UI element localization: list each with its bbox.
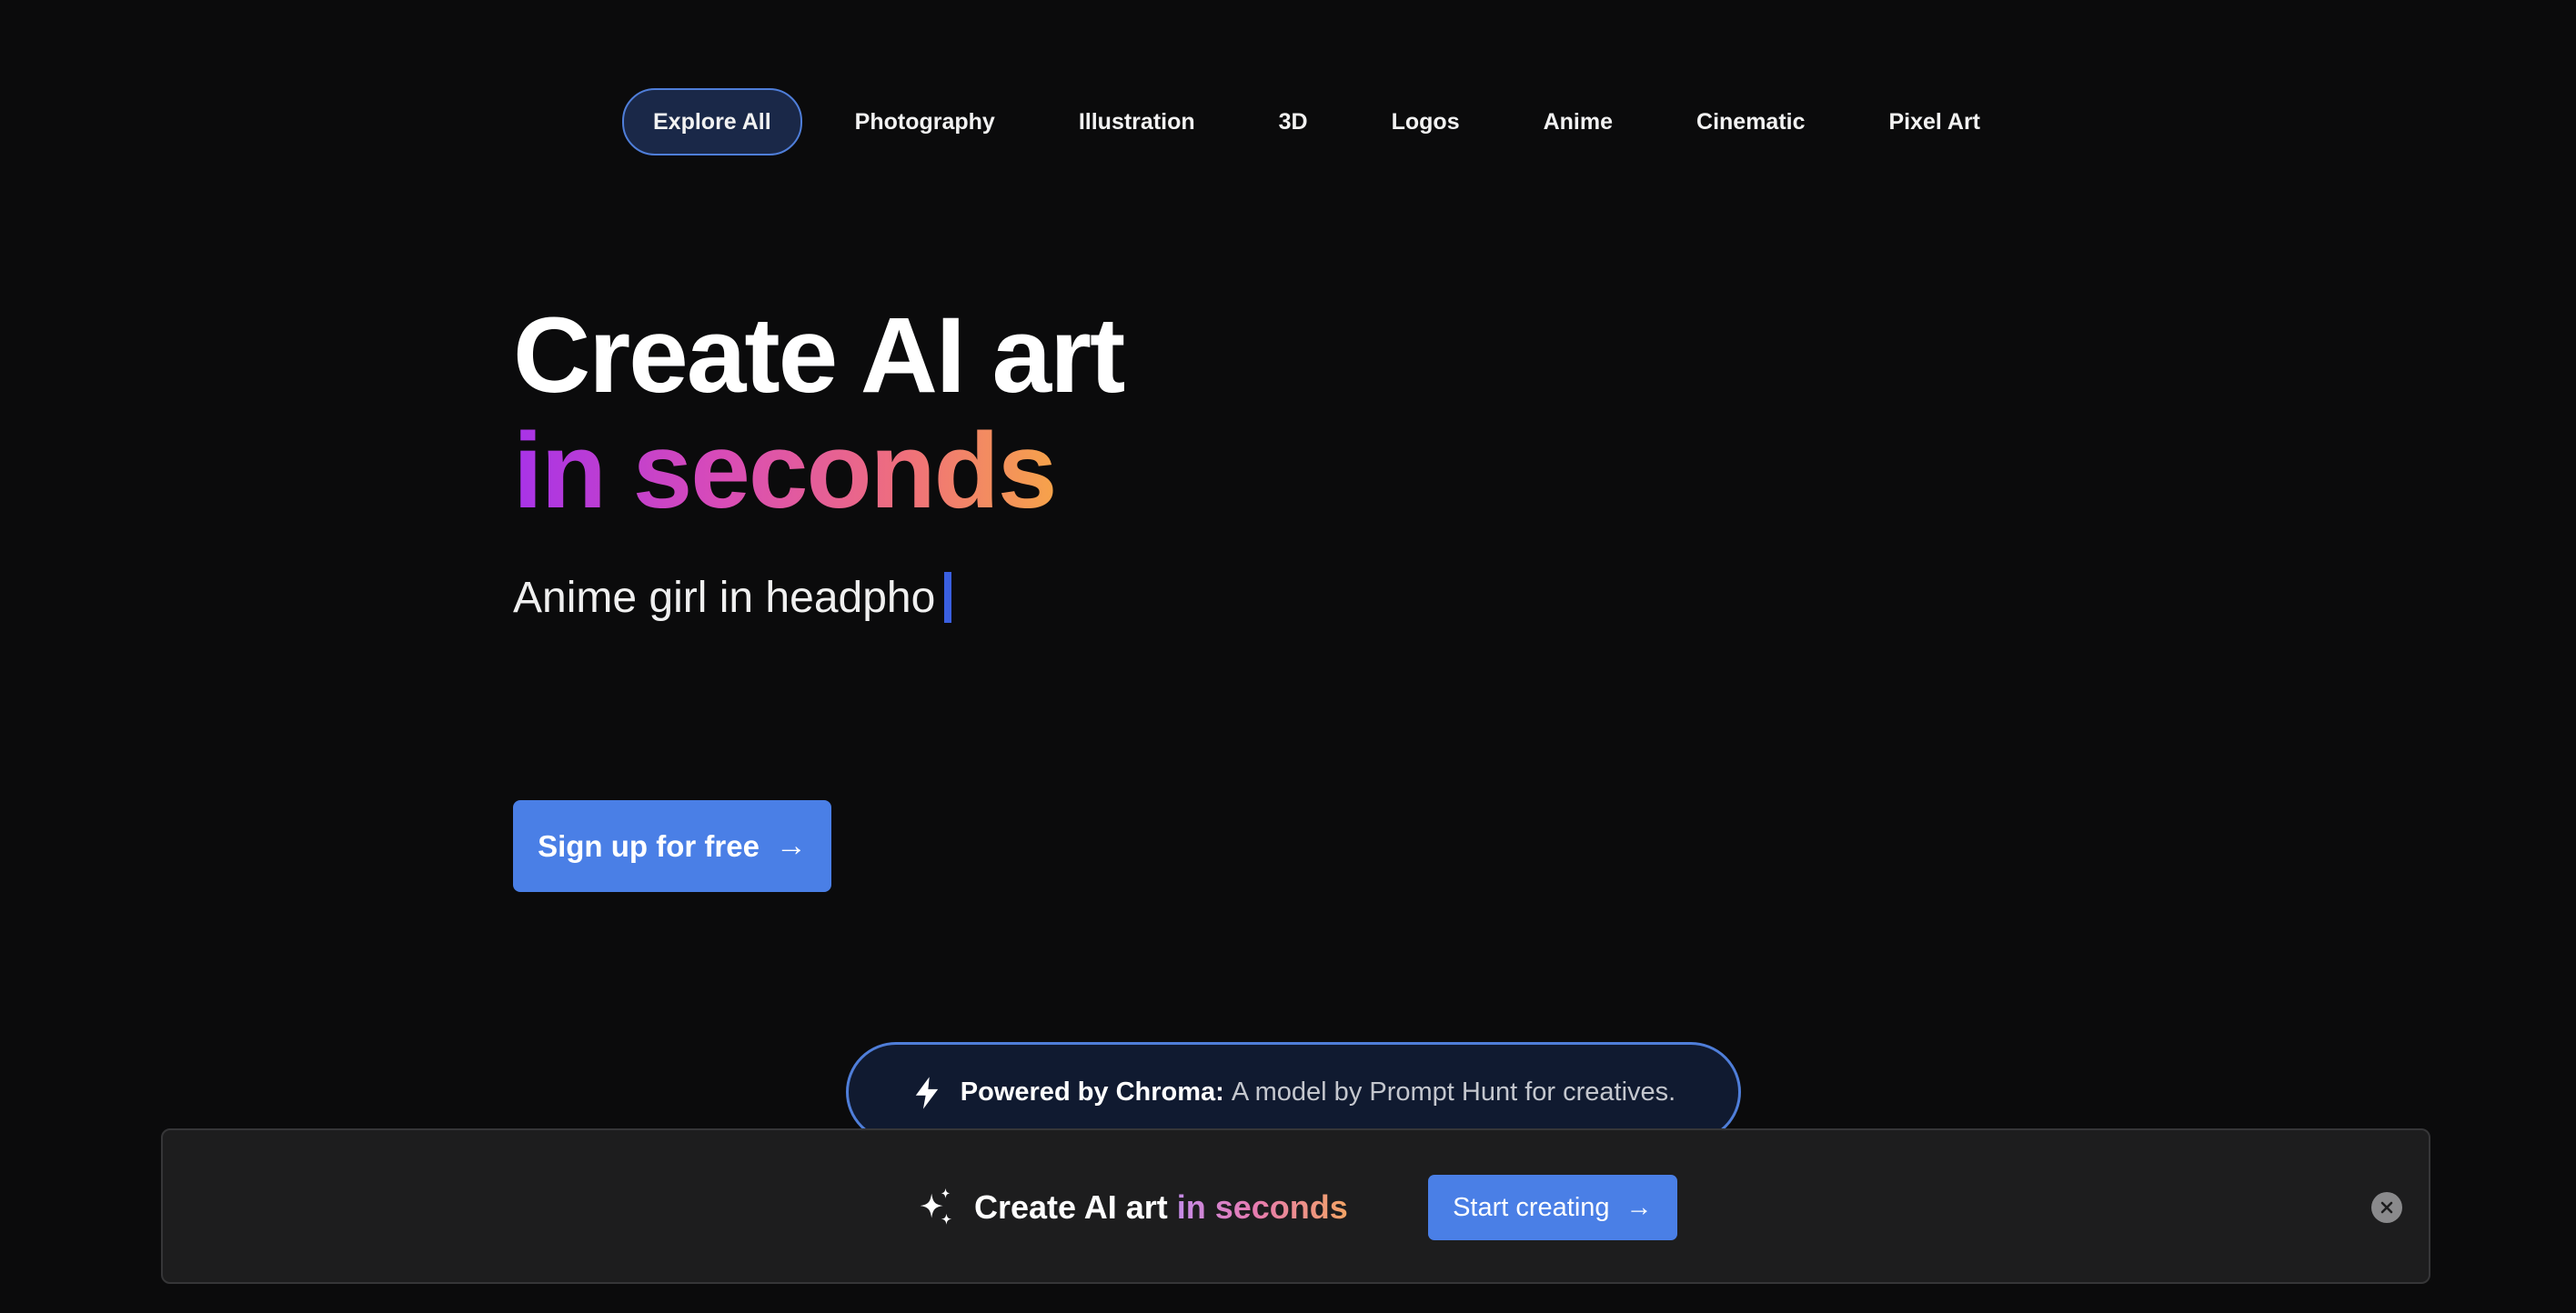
powered-by-description: A model by Prompt Hunt for creatives.	[1231, 1077, 1676, 1107]
category-illustration[interactable]: Illustration	[1048, 88, 1226, 155]
close-icon	[2380, 1201, 2393, 1214]
typing-prompt: Anime girl in headpho	[513, 571, 952, 624]
arrow-right-icon: →	[775, 828, 807, 863]
typing-prompt-text: Anime girl in headpho	[513, 573, 936, 622]
powered-by-title: Powered by Chroma:	[960, 1077, 1224, 1107]
lightning-bolt-icon	[915, 1077, 938, 1109]
category-cinematic[interactable]: Cinematic	[1665, 88, 1836, 155]
hero-title-gradient: in seconds	[513, 411, 1057, 531]
sign-up-button-label: Sign up for free	[538, 828, 760, 863]
close-banner-button[interactable]	[2371, 1192, 2402, 1223]
bottom-promo-banner: Create AI art in seconds Start creating …	[161, 1128, 2430, 1284]
banner-title-accent: in seconds	[1176, 1188, 1348, 1226]
start-creating-button[interactable]: Start creating →	[1427, 1175, 1677, 1240]
category-explore-all[interactable]: Explore All	[622, 88, 802, 155]
category-3d[interactable]: 3D	[1248, 88, 1339, 155]
category-nav: Explore All Photography Illustration 3D …	[622, 88, 2033, 155]
arrow-right-icon: →	[1625, 1192, 1653, 1222]
banner-content: Create AI art in seconds Start creating …	[914, 1175, 1677, 1240]
start-creating-label: Start creating	[1453, 1192, 1610, 1222]
sign-up-button[interactable]: Sign up for free →	[513, 800, 831, 892]
category-logos[interactable]: Logos	[1361, 88, 1491, 155]
page: Explore All Photography Illustration 3D …	[0, 0, 2576, 1313]
category-pixel-art[interactable]: Pixel Art	[1858, 88, 2012, 155]
hero-title: Create AI art	[513, 296, 1125, 416]
banner-title: Create AI art	[974, 1188, 1168, 1226]
powered-by-badge[interactable]: Powered by Chroma: A model by Prompt Hun…	[846, 1042, 1741, 1142]
sparkles-icon	[920, 1188, 952, 1225]
text-caret	[944, 572, 952, 623]
category-anime[interactable]: Anime	[1513, 88, 1644, 155]
category-photography[interactable]: Photography	[824, 88, 1026, 155]
